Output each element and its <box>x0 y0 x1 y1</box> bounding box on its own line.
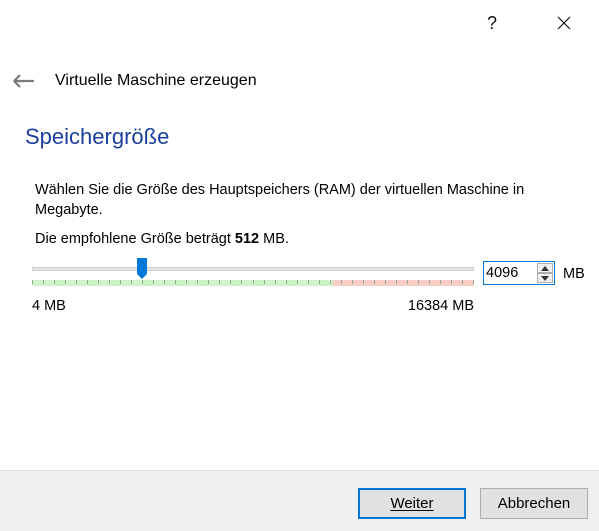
unit-label: MB <box>563 266 585 282</box>
arrow-left-icon <box>13 74 34 88</box>
slider-tick <box>462 280 463 284</box>
slider-tick <box>451 280 452 284</box>
slider-tick <box>241 280 242 284</box>
slider-tick <box>319 280 320 284</box>
slider-tick <box>418 280 419 284</box>
slider-tick <box>175 280 176 284</box>
help-button[interactable]: ? <box>472 10 512 36</box>
help-label: ? <box>486 12 497 33</box>
slider-tick <box>429 280 430 284</box>
cancel-button-label: Abbrechen <box>497 495 571 512</box>
slider-tick <box>473 280 474 284</box>
slider-tick <box>120 280 121 284</box>
memory-spinbox[interactable] <box>483 261 555 285</box>
slider-thumb-icon <box>137 258 147 279</box>
slider-ticks <box>32 280 474 286</box>
slider-thumb[interactable] <box>137 258 147 280</box>
memory-slider[interactable] <box>32 258 474 292</box>
slider-tick <box>54 280 55 284</box>
slider-tick <box>330 280 331 284</box>
slider-tick <box>131 280 132 284</box>
spin-up-button[interactable] <box>537 263 553 273</box>
slider-tick <box>230 280 231 284</box>
slider-tick <box>286 280 287 284</box>
recommended-value: 512 <box>234 231 260 247</box>
slider-min-label: 4 MB <box>32 298 66 314</box>
slider-track[interactable] <box>32 267 474 271</box>
slider-tick <box>142 280 143 284</box>
slider-tick <box>374 280 375 284</box>
chevron-up-icon <box>541 265 549 271</box>
wizard-title: Virtuelle Maschine erzeugen <box>55 72 257 89</box>
next-button[interactable]: Weiter <box>358 488 466 519</box>
slider-tick <box>385 280 386 284</box>
slider-tick <box>440 280 441 284</box>
slider-tick <box>208 280 209 284</box>
slider-tick <box>396 280 397 284</box>
next-button-label: Weiter <box>390 495 434 512</box>
slider-tick <box>197 280 198 284</box>
slider-tick <box>43 280 44 284</box>
spin-down-button[interactable] <box>537 273 553 283</box>
back-button[interactable] <box>10 70 38 92</box>
slider-tick <box>352 280 353 284</box>
slider-tick <box>98 280 99 284</box>
close-button[interactable] <box>544 10 584 36</box>
slider-tick <box>308 280 309 284</box>
slider-tick <box>275 280 276 284</box>
slider-tick <box>297 280 298 284</box>
slider-tick <box>363 280 364 284</box>
slider-tick <box>407 280 408 284</box>
slider-tick <box>253 280 254 284</box>
slider-tick <box>87 280 88 284</box>
close-icon <box>557 16 571 30</box>
slider-tick <box>164 280 165 284</box>
slider-tick <box>219 280 220 284</box>
slider-tick <box>65 280 66 284</box>
chevron-down-icon <box>541 275 549 281</box>
slider-max-label: 16384 MB <box>407 298 474 314</box>
slider-tick <box>186 280 187 284</box>
slider-tick <box>264 280 265 284</box>
cancel-button[interactable]: Abbrechen <box>480 488 588 519</box>
recommended-size-text: Die empfohlene Größe beträgt 512 MB. <box>35 231 289 247</box>
slider-tick <box>341 280 342 284</box>
page-title: Speichergröße <box>25 124 170 149</box>
slider-tick <box>32 280 33 284</box>
slider-tick <box>153 280 154 284</box>
slider-tick <box>76 280 77 284</box>
recommended-prefix: Die empfohlene Größe beträgt <box>35 231 235 247</box>
description-text: Wählen Sie die Größe des Hauptspeichers … <box>35 182 525 218</box>
slider-tick <box>109 280 110 284</box>
memory-input[interactable] <box>486 264 534 282</box>
recommended-suffix: MB. <box>259 231 289 247</box>
